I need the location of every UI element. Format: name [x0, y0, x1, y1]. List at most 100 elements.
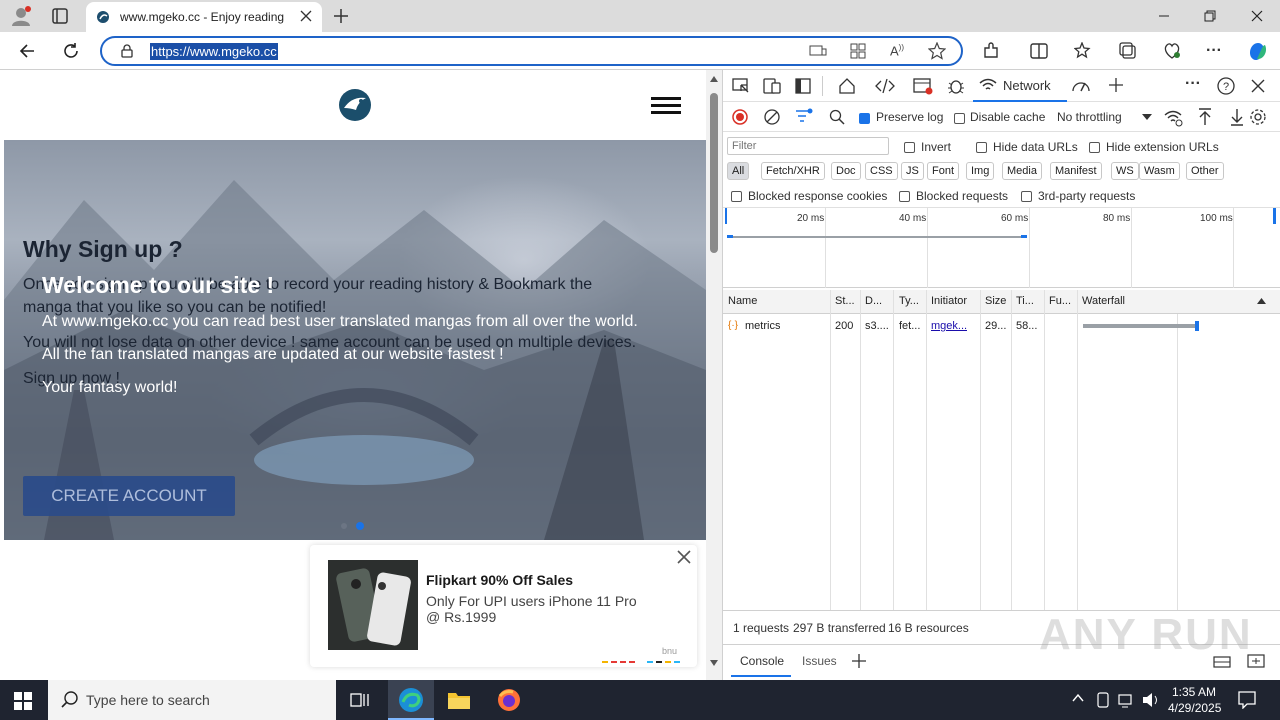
url-text[interactable]: https://www.mgeko.cc [150, 43, 278, 60]
col-domain[interactable]: D... [865, 295, 882, 307]
overview-right-handle[interactable] [1273, 208, 1276, 224]
search-icon[interactable] [829, 109, 845, 125]
drawer-add-tab-icon[interactable] [852, 654, 866, 668]
favorite-star-icon[interactable] [928, 42, 946, 60]
devtools-more-icon[interactable]: ··· [1185, 75, 1201, 93]
console-icon[interactable] [913, 77, 933, 95]
more-menu-icon[interactable]: ··· [1206, 42, 1222, 60]
site-logo[interactable] [338, 88, 372, 122]
drawer-tab-issues[interactable]: Issues [802, 654, 837, 668]
taskbar-search-box[interactable]: Type here to search [48, 680, 336, 720]
col-name[interactable]: Name [728, 295, 757, 307]
lock-icon[interactable] [120, 44, 134, 58]
preserve-log-checkbox[interactable] [859, 111, 870, 125]
overview-timeline[interactable]: 20 ms 40 ms 60 ms 80 ms 100 ms [723, 208, 1280, 288]
minimize-icon[interactable] [1141, 0, 1187, 32]
throttling-dropdown-icon[interactable] [1142, 114, 1152, 120]
ad-title[interactable]: Flipkart 90% Off Sales [426, 572, 573, 588]
file-explorer-icon[interactable] [447, 689, 471, 711]
blocked-cookies-checkbox[interactable] [731, 189, 742, 203]
restore-icon[interactable] [1187, 0, 1233, 32]
elements-code-icon[interactable] [875, 77, 895, 95]
help-icon[interactable]: ? [1217, 77, 1235, 95]
col-status[interactable]: St... [835, 295, 855, 307]
extensions-icon[interactable] [982, 42, 1000, 60]
third-party-checkbox[interactable] [1021, 189, 1032, 203]
carousel-dot-2[interactable] [356, 522, 364, 530]
read-aloud-icon[interactable]: A)) [890, 43, 904, 58]
request-name[interactable]: metrics [745, 320, 780, 332]
create-account-button[interactable]: CREATE ACCOUNT [23, 476, 235, 516]
filter-doc[interactable]: Doc [831, 162, 861, 180]
clear-icon[interactable] [764, 109, 780, 125]
network-settings-icon[interactable] [1249, 108, 1267, 126]
filter-font[interactable]: Font [927, 162, 960, 180]
tray-network-icon[interactable] [1118, 692, 1136, 708]
network-conditions-icon[interactable] [1164, 109, 1184, 127]
filter-fetch-xhr[interactable]: Fetch/XHR [761, 162, 825, 180]
filter-all[interactable]: All [727, 162, 750, 180]
sort-ascending-icon[interactable] [1257, 298, 1266, 304]
dock-side-icon[interactable] [795, 78, 811, 94]
blocked-requests-checkbox[interactable] [899, 189, 910, 203]
col-size[interactable]: Size [985, 295, 1006, 307]
ad-line-2[interactable]: @ Rs.1999 [426, 609, 496, 625]
overview-left-handle[interactable] [725, 208, 727, 224]
scroll-down-icon[interactable] [710, 660, 718, 666]
filter-media[interactable]: Media [1002, 162, 1042, 180]
tray-volume-icon[interactable] [1142, 692, 1160, 708]
request-row[interactable]: {·} metrics 200 s3.... fet... mgek... 29… [723, 315, 1280, 337]
windows-start-icon[interactable] [14, 692, 32, 710]
tray-device-icon[interactable] [1096, 692, 1110, 708]
ad-line-1[interactable]: Only For UPI users iPhone 11 Pro [426, 593, 637, 609]
taskbar-clock[interactable]: 1:35 AM 4/29/2025 [1168, 684, 1221, 716]
ad-close-icon[interactable] [677, 550, 691, 564]
device-emulation-icon[interactable] [763, 78, 781, 94]
record-icon[interactable] [732, 109, 748, 125]
col-fulfilled[interactable]: Fu... [1049, 295, 1071, 307]
copilot-icon[interactable] [1246, 39, 1270, 63]
app-available-icon[interactable] [809, 44, 827, 58]
tray-chevron-icon[interactable] [1072, 694, 1084, 702]
scroll-up-icon[interactable] [710, 76, 718, 82]
close-tab-icon[interactable] [300, 10, 312, 22]
close-devtools-icon[interactable] [1251, 79, 1265, 93]
filter-img[interactable]: Img [966, 162, 995, 180]
filter-ws[interactable]: WS [1111, 162, 1139, 180]
filter-css[interactable]: CSS [865, 162, 898, 180]
col-waterfall[interactable]: Waterfall [1082, 295, 1125, 307]
import-har-icon[interactable] [1197, 108, 1213, 126]
inspect-element-icon[interactable] [732, 78, 750, 94]
back-icon[interactable] [18, 42, 36, 60]
notification-icon[interactable] [1238, 691, 1256, 709]
disable-cache-checkbox[interactable] [954, 111, 965, 125]
performance-icon[interactable] [1071, 77, 1091, 95]
browser-tab[interactable]: www.mgeko.cc - Enjoy reading [86, 2, 322, 32]
firefox-icon[interactable] [497, 688, 521, 712]
drawer-tab-console[interactable]: Console [731, 645, 791, 677]
col-initiator[interactable]: Initiator [931, 295, 967, 307]
hamburger-menu-icon[interactable] [651, 97, 681, 115]
new-tab-icon[interactable] [332, 7, 350, 25]
refresh-icon[interactable] [62, 42, 80, 60]
throttling-select[interactable]: No throttling [1057, 110, 1122, 124]
ad-popup[interactable]: Flipkart 90% Off Sales Only For UPI user… [310, 545, 697, 667]
more-tabs-plus-icon[interactable] [1108, 77, 1124, 93]
split-screen-icon[interactable] [1030, 42, 1048, 60]
close-window-icon[interactable] [1234, 0, 1280, 32]
task-view-icon[interactable] [350, 691, 370, 709]
hide-data-urls-checkbox[interactable] [976, 140, 987, 154]
filter-input[interactable] [727, 137, 889, 155]
request-initiator-link[interactable]: mgek... [931, 320, 967, 332]
filter-manifest[interactable]: Manifest [1050, 162, 1102, 180]
filter-icon[interactable] [795, 108, 813, 124]
filter-js[interactable]: JS [901, 162, 924, 180]
address-bar[interactable]: https://www.mgeko.cc A)) [100, 36, 963, 66]
col-time[interactable]: Ti... [1016, 295, 1034, 307]
profile-icon[interactable] [10, 5, 32, 27]
hide-extension-urls-checkbox[interactable] [1089, 140, 1100, 154]
extensions-grid-icon[interactable] [850, 43, 866, 59]
taskbar-edge-icon[interactable] [388, 680, 434, 720]
scrollbar-thumb[interactable] [710, 93, 718, 253]
filter-other[interactable]: Other [1186, 162, 1224, 180]
